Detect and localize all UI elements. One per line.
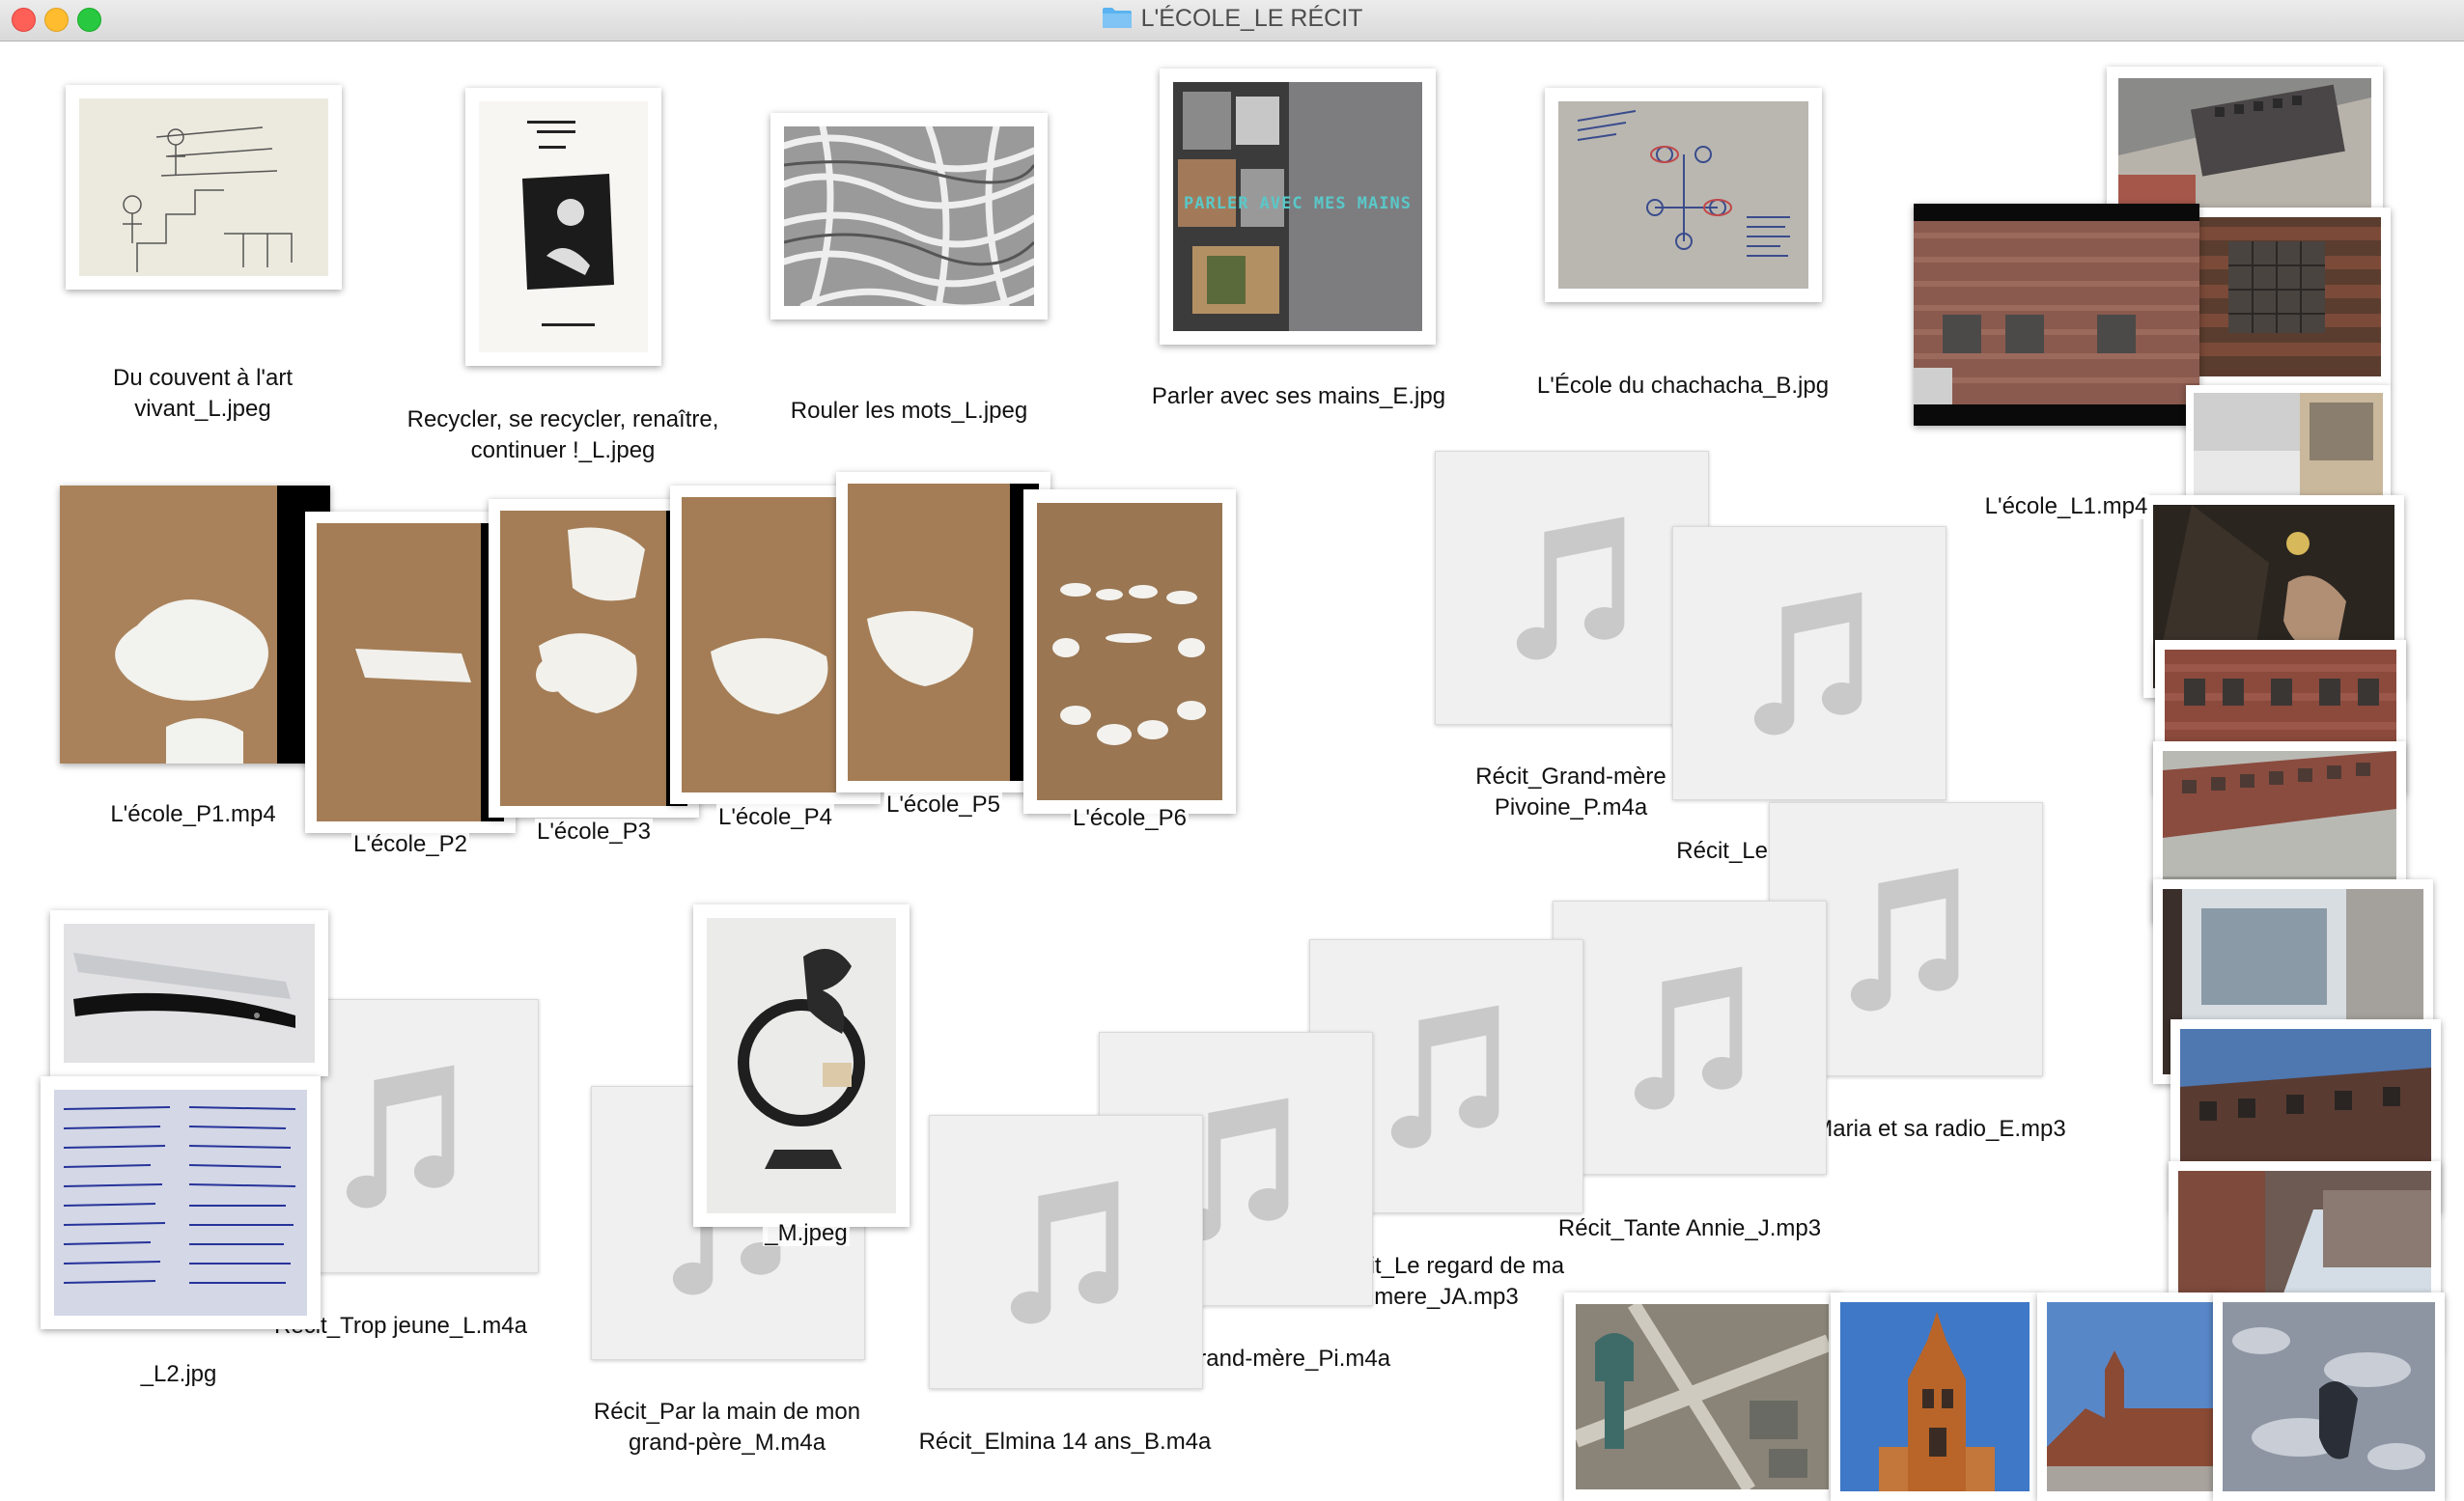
image-thumbnail[interactable] [489,499,699,818]
video-thumbnail[interactable] [1914,204,2199,426]
image-thumbnail[interactable] [1545,88,1822,302]
image-thumbnail[interactable]: PARLER AVEC MES MAINS [1160,69,1436,345]
image-thumbnail[interactable] [1023,489,1236,814]
music-note-icon[interactable] [1553,901,1827,1175]
thumbnail-overlay-text: PARLER AVEC MES MAINS [1184,194,1412,213]
image-thumbnail[interactable] [693,904,910,1227]
file-label[interactable]: _L2.jpg [97,1359,261,1390]
file-label[interactable]: L'école_P5 [840,790,1047,820]
music-note-icon[interactable] [929,1115,1203,1389]
file-label[interactable]: Recycler, se recycler, renaître, continue… [384,404,742,466]
image-thumbnail[interactable] [836,472,1050,792]
image-thumbnail[interactable] [66,85,342,290]
image-thumbnail[interactable] [770,113,1048,320]
file-label[interactable]: L'école_P3 [492,817,695,848]
file-label[interactable]: L'école_P6 [1019,803,1241,834]
image-thumbnail[interactable] [2107,67,2383,221]
file-label[interactable]: Du couvent à l'art vivant_L.jpeg [58,363,348,425]
file-label[interactable]: Récit_Elmina 14 ans_B.m4a [898,1427,1232,1458]
image-thumbnail[interactable] [50,910,328,1076]
file-label[interactable]: L'école_P2 [309,829,512,860]
finder-icon-view[interactable]: Du couvent à l'art vivant_L.jpeg Recycler… [0,42,2464,1501]
file-label-ecole-l1[interactable]: L'école_L1.mp4 [1950,491,2182,522]
window-title-text: L'ÉCOLE_LE RÉCIT [1140,5,1363,32]
video-thumbnail[interactable] [60,486,330,764]
file-label[interactable]: Récit_Par la main de mon grand-père_M.m4a [568,1397,886,1459]
image-thumbnail[interactable] [2037,1293,2230,1501]
image-thumbnail[interactable] [1564,1293,1840,1501]
image-thumbnail[interactable] [305,512,516,833]
image-thumbnail[interactable] [2180,208,2391,386]
music-note-icon[interactable] [1672,526,1946,800]
image-thumbnail[interactable] [2213,1293,2445,1501]
file-label[interactable]: Parler avec ses mains_E.jpg [1139,381,1458,412]
image-thumbnail[interactable] [41,1076,321,1329]
image-thumbnail[interactable] [465,88,661,366]
file-label[interactable]: Récit_Tante Annie_J.mp3 [1527,1213,1852,1244]
window-title: L'ÉCOLE_LE RÉCIT [0,5,2464,33]
music-note-icon[interactable] [1435,451,1709,725]
image-thumbnail[interactable] [1831,1293,2039,1501]
file-label[interactable]: Rouler les mots_L.jpeg [763,396,1055,427]
file-label[interactable]: L'École du chachacha_B.jpg [1506,371,1860,402]
file-label[interactable]: _M.jpeg [734,1218,879,1249]
folder-icon [1102,7,1133,29]
file-label[interactable]: L'école_P1.mp4 [58,799,328,830]
window-titlebar[interactable]: L'ÉCOLE_LE RÉCIT [0,0,2464,42]
